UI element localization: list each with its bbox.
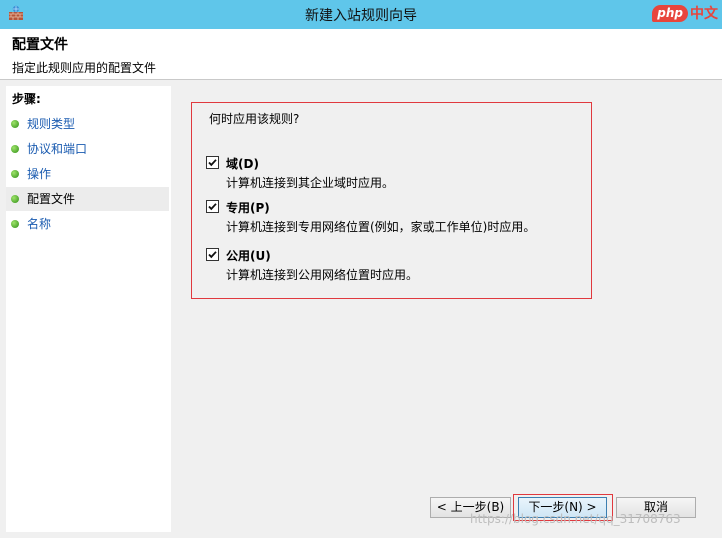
step-status-icon — [11, 220, 19, 228]
checkmark-icon — [208, 203, 217, 211]
steps-title: 步骤: — [12, 92, 41, 106]
step-label: 名称 — [27, 217, 52, 231]
step-name[interactable]: 名称 — [6, 212, 169, 236]
step-profile[interactable]: 配置文件 — [6, 187, 169, 211]
step-label: 协议和端口 — [27, 142, 88, 156]
logo-cn: 中文 — [690, 6, 718, 22]
steps-sidebar: 步骤: 规则类型 协议和端口 操作 配置文件 名称 — [6, 86, 171, 532]
option-description: 计算机连接到公用网络位置时应用。 — [226, 268, 419, 282]
option-description: 计算机连接到其企业域时应用。 — [226, 176, 395, 190]
step-protocol-port[interactable]: 协议和端口 — [6, 137, 169, 161]
private-checkbox[interactable] — [206, 200, 219, 213]
page-subtitle: 指定此规则应用的配置文件 — [12, 61, 157, 75]
logo-php: php — [652, 4, 688, 22]
title-bar[interactable]: 新建入站规则向导 php 中文 — [0, 0, 722, 29]
step-status-icon — [11, 170, 19, 178]
option-title: 公用(U) — [226, 249, 271, 263]
page-header: 配置文件 指定此规则应用的配置文件 — [0, 29, 722, 80]
step-status-icon — [11, 195, 19, 203]
option-description: 计算机连接到专用网络位置(例如，家或工作单位)时应用。 — [226, 220, 536, 234]
page-title: 配置文件 — [12, 37, 68, 53]
step-rule-type[interactable]: 规则类型 — [6, 112, 169, 136]
step-status-icon — [11, 145, 19, 153]
option-title: 专用(P) — [226, 201, 270, 215]
step-label: 规则类型 — [27, 117, 76, 131]
step-label: 配置文件 — [27, 192, 76, 206]
public-checkbox[interactable] — [206, 248, 219, 261]
watermark: https://blog.csdn.net/qq_31708763 — [470, 512, 681, 526]
step-status-icon — [11, 120, 19, 128]
checkmark-icon — [208, 251, 217, 259]
step-label: 操作 — [27, 167, 52, 181]
question-label: 何时应用该规则? — [209, 112, 300, 126]
step-action[interactable]: 操作 — [6, 162, 169, 186]
checkmark-icon — [208, 159, 217, 167]
site-logo: php 中文 — [652, 2, 718, 24]
option-title: 域(D) — [226, 157, 259, 171]
domain-checkbox[interactable] — [206, 156, 219, 169]
window-title: 新建入站规则向导 — [305, 8, 417, 24]
